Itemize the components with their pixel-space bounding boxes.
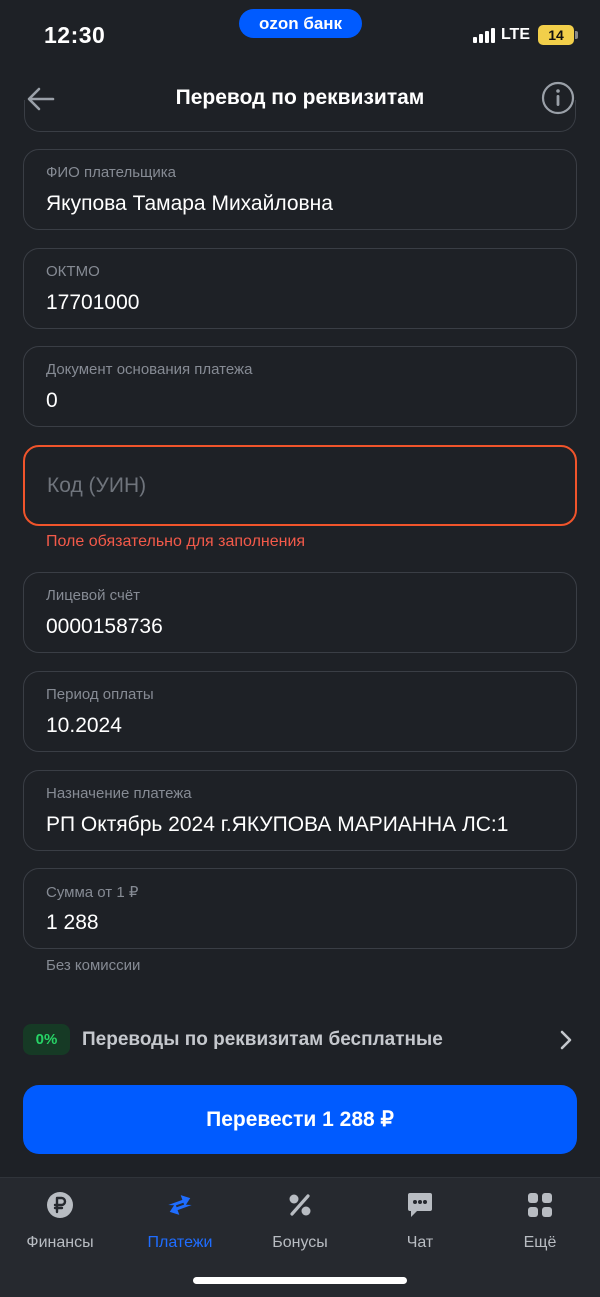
field-previous-partial — [24, 100, 576, 132]
network-type: LTE — [500, 26, 530, 43]
field-value: 1 288 — [46, 911, 99, 934]
grid-icon — [528, 1193, 552, 1217]
field-label: Лицевой счёт — [46, 587, 141, 604]
battery-icon: 14 — [538, 25, 578, 45]
chevron-right-icon — [560, 1030, 572, 1050]
signal-icon — [472, 27, 495, 43]
field-label: ФИО плательщика — [46, 164, 176, 181]
field-value: 0 — [46, 389, 58, 412]
field-label: Сумма от 1 ₽ — [46, 884, 139, 901]
personal-account-field[interactable]: Лицевой счёт 0000158736 — [23, 572, 577, 653]
field-value: РП Октябрь 2024 г.ЯКУПОВА МАРИАННА ЛС:1 — [46, 813, 509, 836]
status-indicators: LTE 14 — [472, 25, 578, 45]
tab-label: Бонусы — [272, 1234, 328, 1251]
field-label: ОКТМО — [46, 263, 100, 280]
ruble-coin-icon — [47, 1192, 73, 1218]
transfer-arrows-icon — [168, 1195, 192, 1215]
field-value: Якупова Тамара Михайловна — [46, 192, 333, 215]
promo-text: Переводы по реквизитам бесплатные — [82, 1029, 443, 1050]
field-value: 17701000 — [46, 291, 140, 314]
tab-chat[interactable]: Чат — [360, 1190, 480, 1252]
brand-pill: ozon банк — [239, 9, 362, 38]
status-bar: 12:30 ozon банк LTE 14 — [0, 0, 600, 62]
tab-bonuses[interactable]: Бонусы — [240, 1190, 360, 1252]
tab-label: Чат — [406, 1234, 434, 1251]
field-label: Период оплаты — [46, 686, 154, 703]
field-value: 0000158736 — [46, 615, 163, 638]
field-value: 10.2024 — [46, 714, 122, 737]
uin-code-input[interactable]: Код (УИН) — [23, 445, 577, 526]
tab-label: Платежи — [147, 1234, 213, 1251]
tab-label: Финансы — [26, 1234, 94, 1251]
payment-purpose-field[interactable]: Назначение платежа РП Октябрь 2024 г.ЯКУ… — [23, 770, 577, 851]
home-indicator — [193, 1277, 407, 1284]
tab-more[interactable]: Ещё — [480, 1190, 600, 1252]
tab-label: Ещё — [523, 1234, 557, 1251]
free-transfers-promo[interactable]: 0% Переводы по реквизитам бесплатные — [23, 1021, 577, 1059]
field-label: Назначение платежа — [46, 785, 192, 802]
field-placeholder: Код (УИН) — [47, 474, 147, 497]
chat-bubble-icon — [408, 1193, 432, 1217]
payment-period-field[interactable]: Период оплаты 10.2024 — [23, 671, 577, 752]
oktmo-field[interactable]: ОКТМО 17701000 — [23, 248, 577, 329]
amount-field[interactable]: Сумма от 1 ₽ 1 288 — [23, 868, 577, 949]
tab-payments[interactable]: Платежи — [120, 1190, 240, 1252]
payer-name-field[interactable]: ФИО плательщика Якупова Тамара Михайловн… — [23, 149, 577, 230]
commission-hint: Без комиссии — [46, 957, 141, 974]
basis-document-field[interactable]: Документ основания платежа 0 — [23, 346, 577, 427]
field-label: Документ основания платежа — [46, 361, 253, 378]
status-time: 12:30 — [44, 22, 106, 48]
percent-icon — [289, 1194, 311, 1216]
zero-percent-badge: 0% — [23, 1024, 70, 1055]
field-error-message: Поле обязательно для заполнения — [46, 533, 306, 550]
transfer-button[interactable]: Перевести 1 288 ₽ — [23, 1085, 577, 1154]
tab-finances[interactable]: Финансы — [0, 1190, 120, 1252]
